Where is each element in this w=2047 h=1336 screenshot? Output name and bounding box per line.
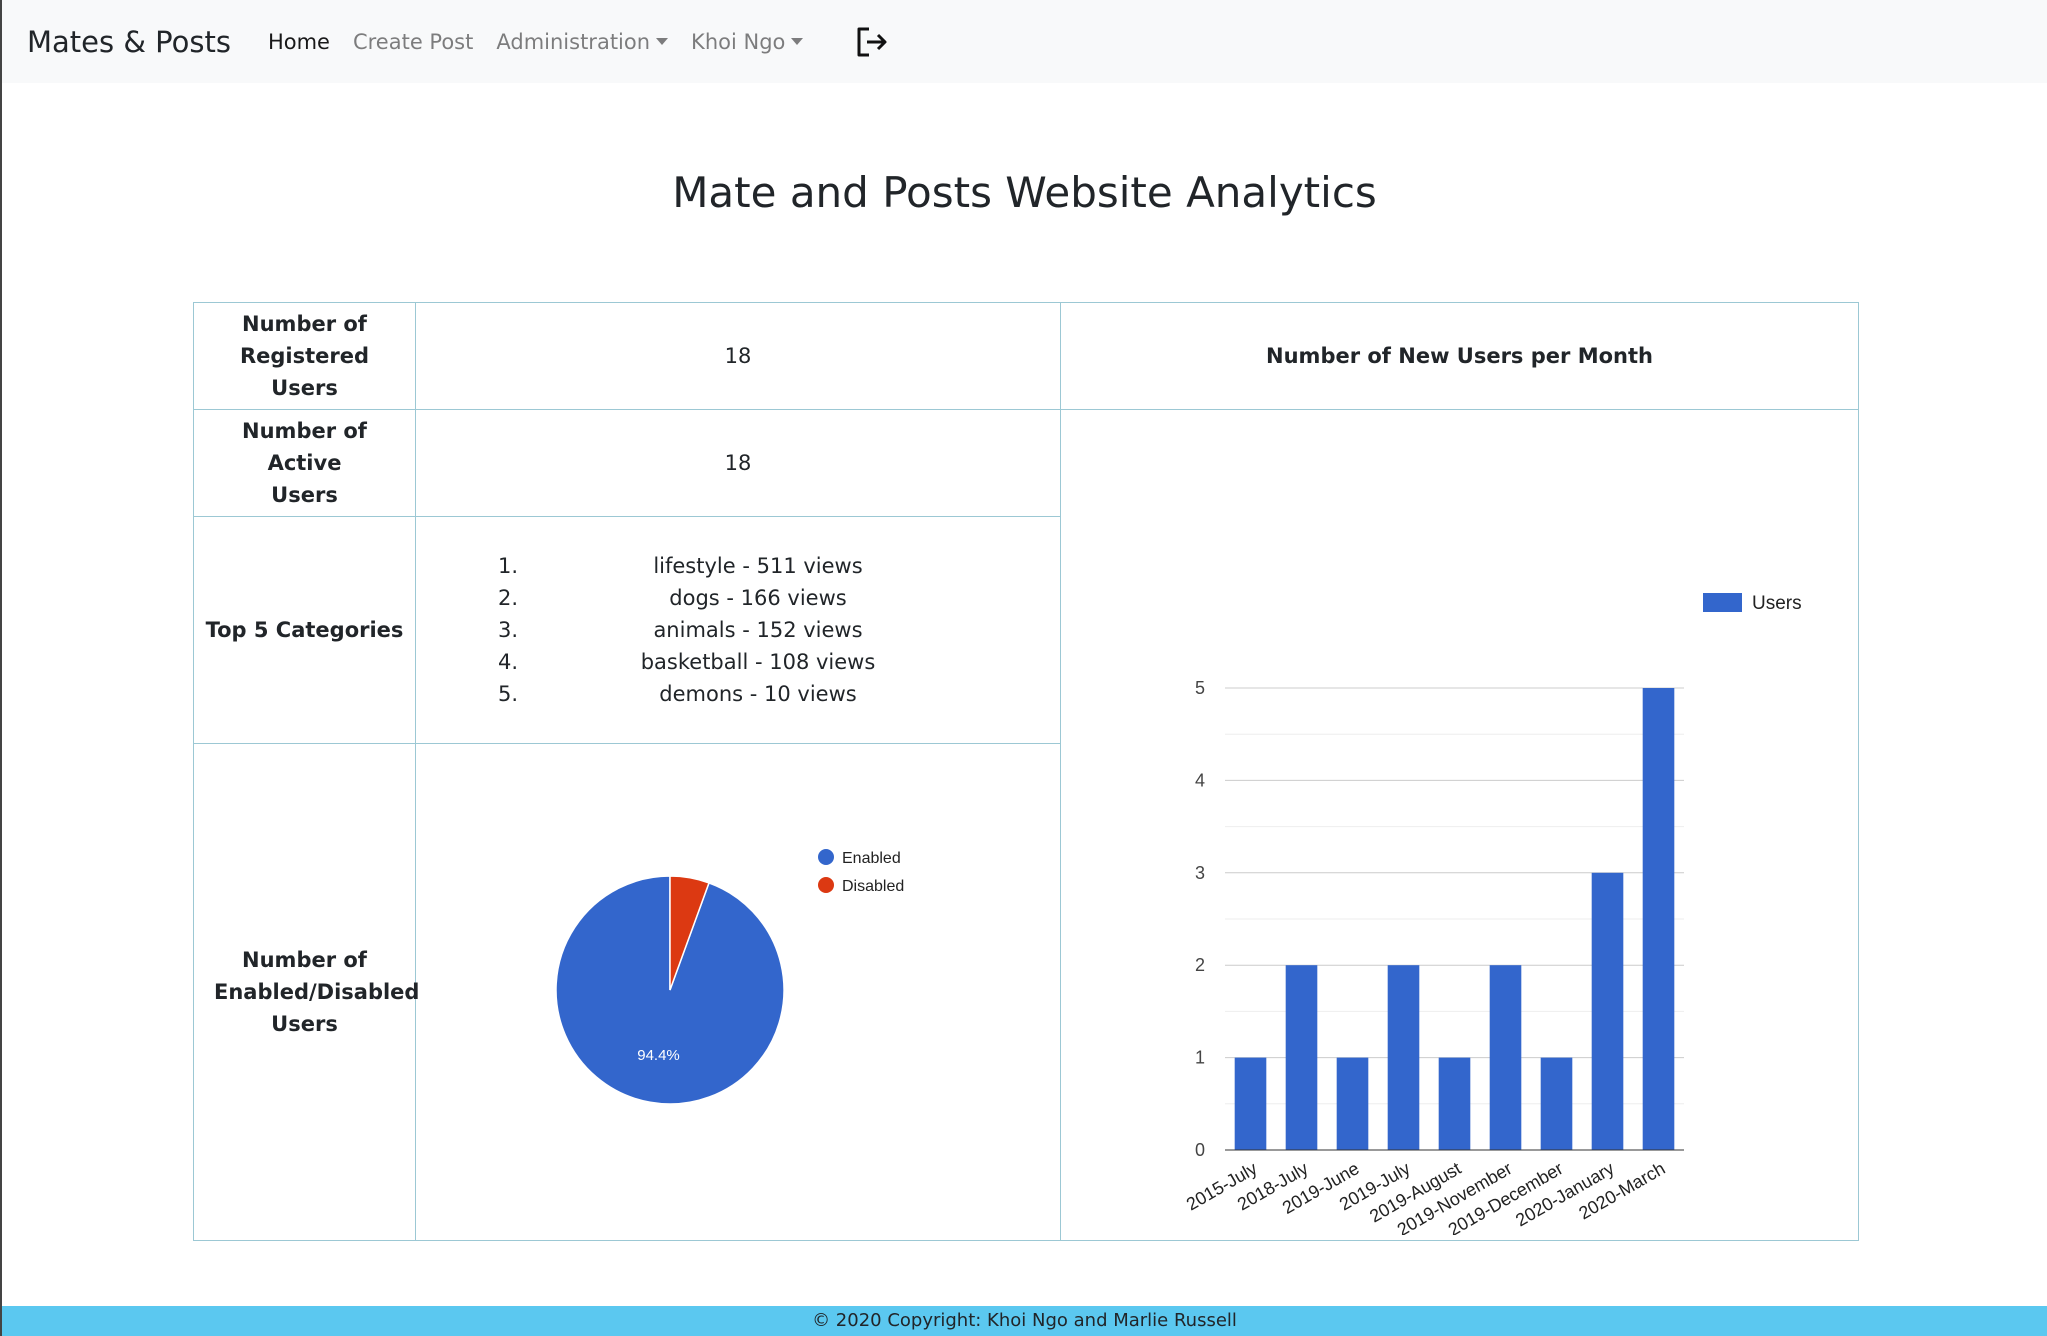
legend-label: Disabled xyxy=(842,878,904,895)
caret-down-icon xyxy=(656,38,669,45)
registered-users-label: Number of Registered Users xyxy=(193,302,416,410)
nav-user-dropdown[interactable]: Khoi Ngo xyxy=(691,29,804,54)
bar xyxy=(1540,1057,1572,1150)
top-categories-label: Top 5 Categories xyxy=(193,516,416,744)
navbar: Mates & Posts Home Create Post Administr… xyxy=(2,0,2047,83)
legend-label: Enabled xyxy=(842,850,901,867)
logout-icon xyxy=(857,27,887,56)
pie-chart-cell: 94.4% Enabled Disabled xyxy=(415,743,1061,1241)
list-item: 4. basketball - 108 views xyxy=(498,646,978,678)
bar-chart: 0123452015-July2018-July2019-June2019-Ju… xyxy=(1182,593,1802,1240)
bar xyxy=(1285,965,1317,1150)
y-tick-label: 1 xyxy=(1194,1048,1204,1068)
analytics-table: Number of Registered Users 18 Number of … xyxy=(193,302,1859,1241)
y-tick-label: 5 xyxy=(1194,678,1204,698)
bar xyxy=(1438,1057,1470,1150)
list-item: 2. dogs - 166 views xyxy=(498,582,978,614)
new-users-chart-title: Number of New Users per Month xyxy=(1060,302,1859,410)
bar xyxy=(1336,1057,1368,1150)
nav-administration-label: Administration xyxy=(496,29,651,54)
logout-button[interactable] xyxy=(854,24,890,60)
y-tick-label: 4 xyxy=(1194,770,1204,790)
bar xyxy=(1642,688,1674,1150)
enabled-disabled-label: Number of Enabled/Disabled Users xyxy=(193,743,419,1241)
list-item-text: animals - 152 views xyxy=(653,618,863,642)
list-item-number: 3. xyxy=(498,618,519,642)
registered-users-value: 18 xyxy=(415,302,1061,410)
bar xyxy=(1234,1057,1266,1150)
list-item-number: 5. xyxy=(498,682,519,706)
list-item-number: 2. xyxy=(498,586,519,610)
bar xyxy=(1489,965,1521,1150)
legend-marker xyxy=(817,877,834,893)
y-tick-label: 2 xyxy=(1194,955,1204,975)
legend-marker xyxy=(817,849,834,865)
brand-link[interactable]: Mates & Posts xyxy=(27,25,231,59)
y-tick-label: 3 xyxy=(1194,863,1204,883)
nav-administration-dropdown[interactable]: Administration xyxy=(496,29,669,54)
legend-marker xyxy=(1702,593,1742,612)
bar xyxy=(1591,872,1623,1150)
top-categories-cell: 1. lifestyle - 511 views 2. dogs - 166 view… xyxy=(415,516,1061,744)
table-row: Number of Active Users 18 0 1 2 3 4 5 2015-Jul… xyxy=(193,409,1859,1241)
page-title: Mate and Posts Website Analytics xyxy=(672,168,1377,217)
footer: © 2020 Copyright: Khoi Ngo and Marlie Ru… xyxy=(2,1306,2047,1336)
list-item: 5. demons - 10 views xyxy=(498,678,978,710)
list-item-number: 1. xyxy=(498,554,519,578)
list-item: 3. animals - 152 views xyxy=(498,614,978,646)
category-list: 1. lifestyle - 511 views 2. dogs - 166 view… xyxy=(498,550,978,710)
nav-user-label: Khoi Ngo xyxy=(691,29,786,54)
pie-chart: 94.4% Enabled Disabled xyxy=(554,849,904,1105)
caret-down-icon xyxy=(791,38,804,45)
active-users-value: 18 xyxy=(415,409,1061,517)
pie-data-label: 94.4% xyxy=(637,1047,680,1064)
list-item-number: 4. xyxy=(498,650,519,674)
table-row: Number of Registered Users 18 Number of … xyxy=(193,302,1859,410)
list-item-text: demons - 10 views xyxy=(659,682,857,706)
list-item-text: lifestyle - 511 views xyxy=(653,554,863,578)
list-item-text: basketball - 108 views xyxy=(640,650,876,674)
nav-home[interactable]: Home xyxy=(268,30,330,54)
bar xyxy=(1387,965,1419,1150)
list-item-text: dogs - 166 views xyxy=(669,586,847,610)
y-tick-label: 0 xyxy=(1194,1140,1204,1160)
active-users-label: Number of Active Users xyxy=(193,409,416,517)
bar-chart-cell: 0 1 2 3 4 5 2015-July 2018-July 2019-June 2019-Ju… xyxy=(1060,409,1859,1241)
legend-label: Users xyxy=(1752,593,1802,614)
nav-create-post[interactable]: Create Post xyxy=(353,30,473,54)
list-item: 1. lifestyle - 511 views xyxy=(498,550,978,582)
